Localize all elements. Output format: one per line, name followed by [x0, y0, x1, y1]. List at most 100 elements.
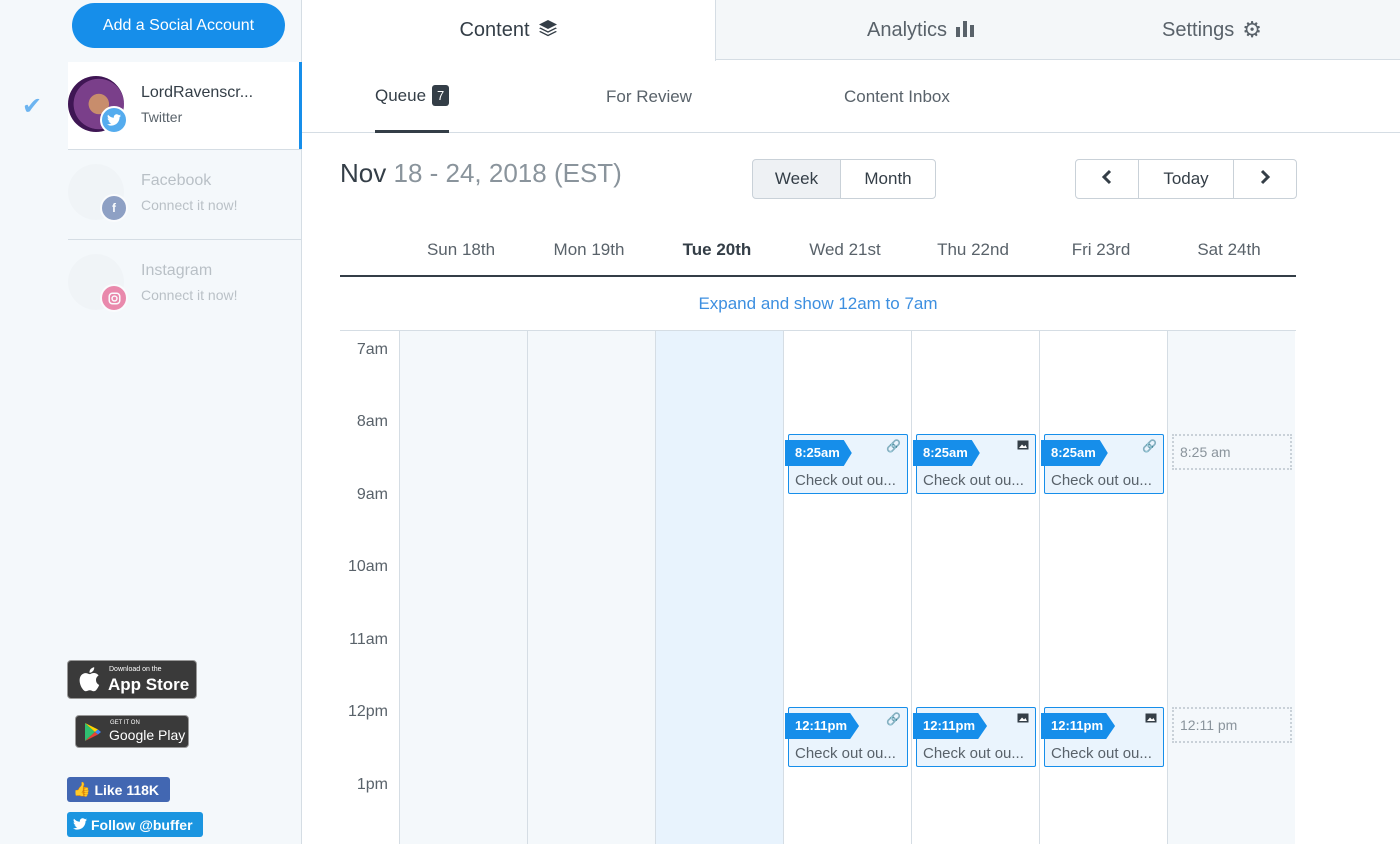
twitter-follow-button[interactable]: Follow @buffer	[67, 812, 203, 837]
day-header-row: Sun 18th Mon 19th Tue 20th Wed 21st Thu …	[340, 230, 1296, 277]
post-text: Check out ou...	[1051, 745, 1152, 762]
gear-icon: ⚙	[1242, 17, 1262, 42]
twitter-icon	[100, 106, 128, 134]
day-header: Mon 19th	[553, 240, 625, 259]
image-icon	[1017, 439, 1029, 453]
hour-label: 10am	[347, 558, 388, 575]
tab-analytics-label: Analytics	[866, 18, 948, 41]
facebook-like-button[interactable]: 👍 Like 118K	[67, 777, 170, 802]
post-text: Check out ou...	[923, 472, 1024, 489]
post-time: 8:25am	[913, 440, 980, 466]
hour-label: 11am	[349, 631, 388, 648]
scheduled-post[interactable]: 8:25am 🔗 Check out ou...	[785, 434, 908, 494]
top-tabs: Content Analytics Settings ⚙	[302, 0, 1400, 61]
chevron-left-icon	[1101, 169, 1113, 190]
layers-icon	[538, 19, 558, 42]
google-play-small: GET IT ON	[110, 720, 140, 726]
day-column-mon	[527, 331, 655, 844]
link-icon: 🔗	[886, 439, 901, 453]
day-column-wed	[783, 331, 911, 844]
range-month: Nov	[340, 158, 387, 188]
empty-time-slot[interactable]: 8:25 am	[1172, 434, 1292, 470]
account-name: LordRavenscr...	[141, 84, 254, 101]
post-time: 8:25am	[785, 440, 852, 466]
connect-link[interactable]: Connect it now!	[141, 287, 238, 303]
day-header: Thu 22nd	[937, 240, 1009, 259]
play-icon	[84, 722, 102, 747]
view-month-button[interactable]: Month	[840, 159, 936, 199]
thumbs-up-icon: 👍	[73, 781, 91, 797]
scheduled-post[interactable]: 8:25am Check out ou...	[913, 434, 1036, 494]
queue-count-badge: 7	[432, 85, 450, 106]
tab-content[interactable]: Content	[302, 0, 716, 61]
day-header: Sun 18th	[426, 240, 496, 259]
follow-label: Follow @buffer	[91, 816, 193, 833]
app-store-small: Download on the	[109, 666, 162, 673]
like-label: Like 118K	[94, 781, 160, 798]
next-week-button[interactable]	[1233, 159, 1297, 199]
account-name: Facebook	[141, 172, 212, 189]
instagram-icon	[100, 284, 128, 312]
day-column-fri	[1039, 331, 1167, 844]
day-header: Wed 21st	[809, 240, 881, 259]
range-days: 18 - 24, 2018 (EST)	[393, 158, 622, 188]
twitter-icon	[73, 817, 87, 833]
day-column-sat	[1167, 331, 1295, 844]
scheduled-post[interactable]: 12:11pm 🔗 Check out ou...	[785, 707, 908, 767]
sub-tabs: Queue 7 For Review Content Inbox	[302, 61, 1400, 133]
app-store-label: App Store	[108, 675, 190, 694]
connect-link[interactable]: Connect it now!	[141, 197, 238, 213]
day-column-thu	[911, 331, 1039, 844]
empty-time-slot[interactable]: 12:11 pm	[1172, 707, 1292, 743]
hour-label: 7am	[356, 341, 388, 358]
day-column-tue	[655, 331, 783, 844]
view-week-button[interactable]: Week	[752, 159, 841, 199]
post-time: 8:25am	[1041, 440, 1108, 466]
image-icon	[1017, 712, 1029, 726]
tab-content-label: Content	[459, 19, 530, 41]
apple-icon	[78, 666, 100, 697]
tab-for-review[interactable]: For Review	[606, 61, 692, 133]
check-icon: ✔	[22, 93, 43, 120]
post-time: 12:11pm	[1041, 713, 1116, 739]
hour-label: 9am	[356, 486, 388, 503]
sidebar: Add a Social Account ✔ LordRavenscr... T…	[0, 0, 302, 844]
account-facebook[interactable]: f Facebook Connect it now!	[68, 150, 302, 238]
post-text: Check out ou...	[795, 745, 896, 762]
add-social-account-button[interactable]: Add a Social Account	[72, 3, 285, 48]
expand-hours-link[interactable]: Expand and show 12am to 7am	[340, 278, 1296, 331]
account-twitter[interactable]: LordRavenscr... Twitter	[68, 62, 302, 150]
hour-label: 1pm	[356, 776, 388, 793]
tab-content-inbox[interactable]: Content Inbox	[844, 61, 950, 133]
scheduled-post[interactable]: 12:11pm Check out ou...	[913, 707, 1036, 767]
tab-queue-label: Queue	[375, 85, 427, 105]
day-column-sun	[399, 331, 527, 844]
bar-chart-icon	[955, 18, 977, 43]
tab-queue[interactable]: Queue 7	[375, 61, 450, 133]
post-text: Check out ou...	[795, 472, 896, 489]
app-store-button[interactable]: Download on the App Store	[67, 660, 197, 699]
chevron-right-icon	[1259, 169, 1271, 190]
post-time: 12:11pm	[913, 713, 988, 739]
image-icon	[1145, 712, 1157, 726]
tab-settings[interactable]: Settings ⚙	[1112, 0, 1312, 60]
hour-label: 12pm	[347, 703, 388, 720]
day-header: Sat 24th	[1197, 240, 1261, 259]
previous-week-button[interactable]	[1075, 159, 1139, 199]
calendar-grid: 7am 8am 9am 10am 11am 12pm 1pm 8:25am 🔗 …	[340, 331, 1296, 844]
day-header: Fri 23rd	[1071, 240, 1131, 259]
account-instagram[interactable]: Instagram Connect it now!	[68, 240, 302, 328]
google-play-label: Google Play	[109, 727, 186, 743]
tab-analytics[interactable]: Analytics	[814, 0, 1030, 60]
today-button[interactable]: Today	[1138, 159, 1234, 199]
google-play-button[interactable]: GET IT ON Google Play	[75, 715, 189, 748]
day-header-today: Tue 20th	[682, 240, 752, 259]
account-name: Instagram	[141, 262, 213, 279]
scheduled-post[interactable]: 8:25am 🔗 Check out ou...	[1041, 434, 1164, 494]
account-network: Twitter	[141, 109, 183, 125]
link-icon: 🔗	[1142, 439, 1157, 453]
scheduled-post[interactable]: 12:11pm Check out ou...	[1041, 707, 1164, 767]
post-text: Check out ou...	[923, 745, 1024, 762]
hour-label: 8am	[356, 413, 388, 430]
facebook-icon: f	[100, 194, 128, 222]
